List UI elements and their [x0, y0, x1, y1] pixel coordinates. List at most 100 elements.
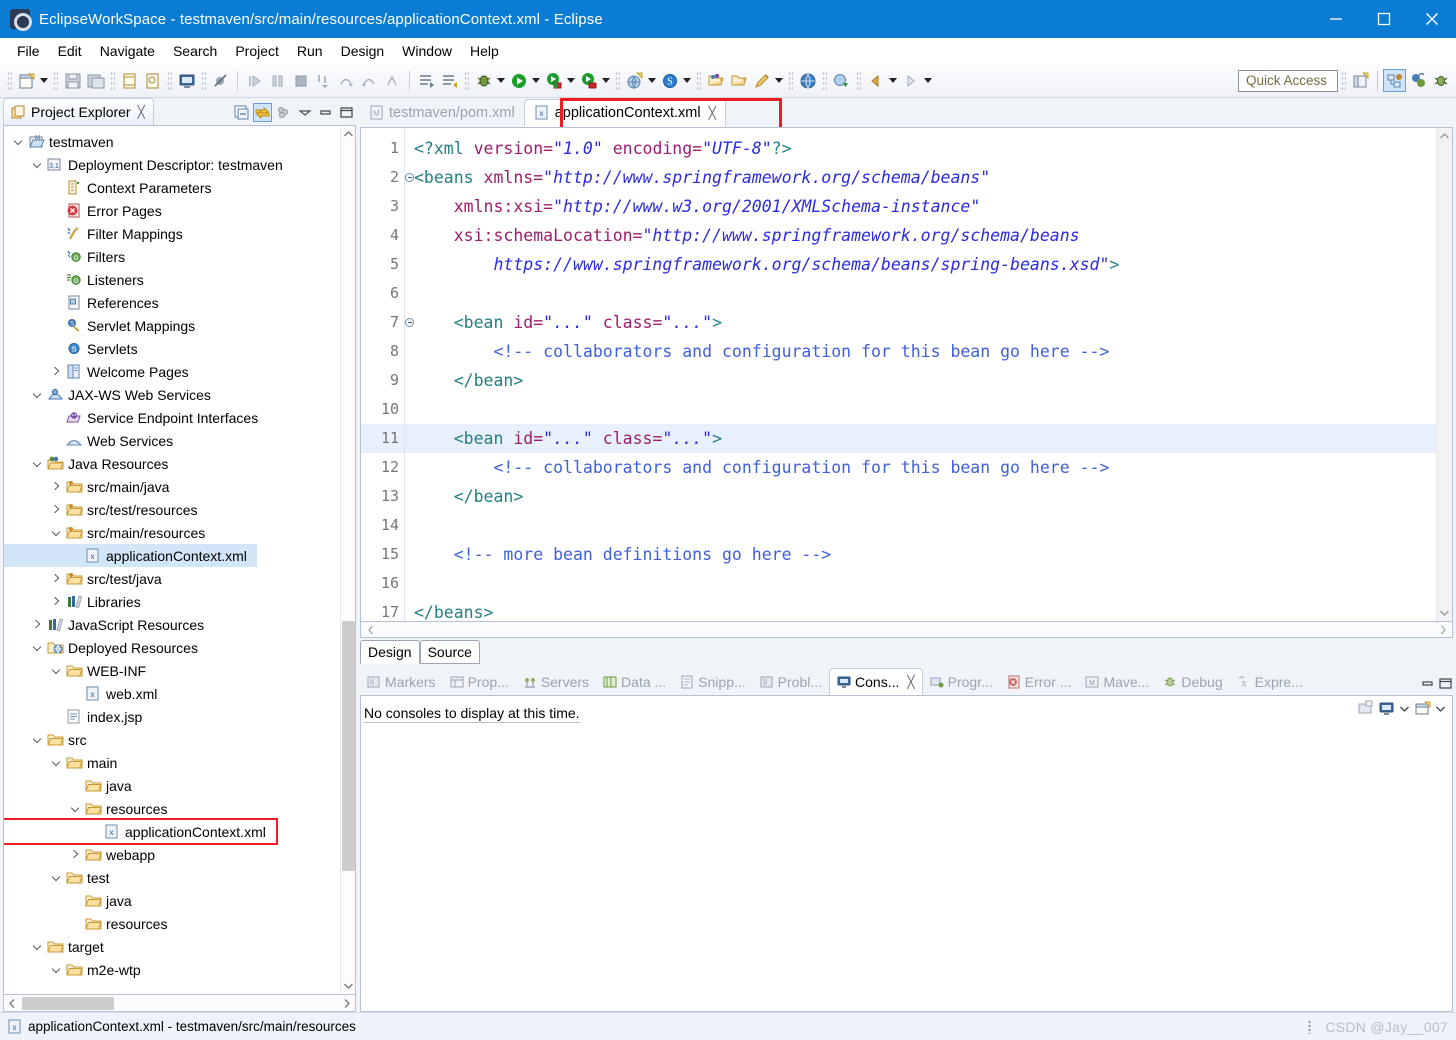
- tree-item[interactable]: JavaScript Resources: [4, 613, 340, 636]
- java-perspective-icon[interactable]: [1406, 69, 1429, 92]
- console-tab-cons[interactable]: Cons... ╳: [829, 668, 923, 695]
- save-icon[interactable]: [61, 69, 84, 92]
- tree-item[interactable]: x applicationContext.xml: [4, 818, 278, 845]
- maximize-button[interactable]: [1360, 0, 1408, 38]
- chevron-down-icon[interactable]: [29, 942, 46, 951]
- run-as-icon[interactable]: [542, 69, 565, 92]
- previous-annotation-icon[interactable]: [438, 69, 461, 92]
- chevron-down-icon[interactable]: [48, 758, 65, 767]
- close-button[interactable]: [1408, 0, 1456, 38]
- tree-item[interactable]: JAX-WS Web Services: [4, 383, 340, 406]
- chevron-right-icon[interactable]: [48, 574, 65, 583]
- tree-item[interactable]: index.jsp: [4, 705, 340, 728]
- menu-item-design[interactable]: Design: [332, 40, 394, 62]
- tree-item[interactable]: 3.1 Deployment Descriptor: testmaven: [4, 153, 340, 176]
- chevron-down-icon[interactable]: [1399, 703, 1410, 714]
- display-selected-console-icon[interactable]: [1378, 700, 1395, 717]
- tab-project-explorer[interactable]: Project Explorer ╳: [3, 98, 154, 125]
- deploy-icon[interactable]: [830, 69, 853, 92]
- tree-item[interactable]: Web Services: [4, 429, 340, 452]
- tree-item[interactable]: x applicationContext.xml: [4, 544, 257, 567]
- console-tab-markers[interactable]: Markers: [360, 668, 443, 695]
- view-menu-icon[interactable]: [274, 103, 293, 122]
- open-task-icon[interactable]: [727, 69, 750, 92]
- tree-item[interactable]: src: [4, 728, 340, 751]
- menu-item-edit[interactable]: Edit: [49, 40, 91, 62]
- console-tab-prop[interactable]: Prop...: [443, 668, 516, 695]
- terminate-icon[interactable]: [289, 69, 312, 92]
- page-tab-source[interactable]: Source: [419, 640, 480, 664]
- tree-item[interactable]: Libraries: [4, 590, 340, 613]
- java-ee-perspective-icon[interactable]: [1383, 69, 1406, 92]
- tree-item[interactable]: S Servlets: [4, 337, 340, 360]
- save-all-icon[interactable]: [84, 69, 107, 92]
- close-icon[interactable]: ╳: [907, 675, 914, 689]
- scroll-right-icon[interactable]: [339, 996, 354, 1011]
- menu-item-project[interactable]: Project: [226, 40, 288, 62]
- back-dropdown-icon[interactable]: [887, 70, 899, 92]
- skip-breakpoints-icon[interactable]: [209, 69, 232, 92]
- scroll-thumb[interactable]: [341, 621, 355, 871]
- tree-item[interactable]: src/main/java: [4, 475, 340, 498]
- forward-icon[interactable]: [899, 69, 922, 92]
- console-tab-data[interactable]: Data ...: [596, 668, 673, 695]
- step-into-icon[interactable]: [312, 69, 335, 92]
- tree-item[interactable]: References: [4, 291, 340, 314]
- link-with-editor-icon[interactable]: [253, 103, 272, 122]
- chevron-down-icon[interactable]: [48, 666, 65, 675]
- suspend-icon[interactable]: [266, 69, 289, 92]
- chevron-right-icon[interactable]: [29, 620, 46, 629]
- chevron-right-icon[interactable]: [48, 597, 65, 606]
- new-server-dropdown-icon[interactable]: [646, 70, 658, 92]
- debug-perspective-icon[interactable]: [1429, 69, 1452, 92]
- chevron-down-icon[interactable]: [29, 160, 46, 169]
- close-icon[interactable]: ╳: [138, 105, 145, 119]
- menu-item-navigate[interactable]: Navigate: [91, 40, 164, 62]
- tree-item[interactable]: Service Endpoint Interfaces: [4, 406, 340, 429]
- coverage-icon[interactable]: [577, 69, 600, 92]
- tree-item[interactable]: m2e-wtp: [4, 958, 340, 981]
- chevron-down-icon[interactable]: [67, 804, 84, 813]
- console-tab-error[interactable]: Error ...: [1000, 668, 1079, 695]
- console-tab-mave[interactable]: M Mave...: [1078, 668, 1156, 695]
- tree-item[interactable]: test: [4, 866, 340, 889]
- page-tab-design[interactable]: Design: [360, 640, 420, 664]
- tree-horizontal-scrollbar[interactable]: [3, 995, 356, 1012]
- tree-item[interactable]: webapp: [4, 843, 340, 866]
- scroll-down-icon[interactable]: [342, 979, 355, 992]
- tree-item[interactable]: target: [4, 935, 340, 958]
- tree-item[interactable]: Mtestmaven: [4, 130, 340, 153]
- tree-item[interactable]: resources: [4, 912, 340, 935]
- print-icon[interactable]: [118, 69, 141, 92]
- step-return-icon[interactable]: [358, 69, 381, 92]
- new-wizard-dropdown-icon[interactable]: [38, 70, 50, 92]
- minimize-button[interactable]: [1312, 0, 1360, 38]
- new-console-view-icon[interactable]: [1414, 700, 1431, 717]
- console-tab-probl[interactable]: Probl...: [753, 668, 829, 695]
- tree-item[interactable]: Deployed Resources: [4, 636, 340, 659]
- menu-item-window[interactable]: Window: [393, 40, 461, 62]
- editor-tab-application-context[interactable]: x applicationContext.xml ╳: [523, 98, 726, 127]
- chevron-down-icon[interactable]: [10, 137, 27, 146]
- chevron-down-icon[interactable]: [29, 390, 46, 399]
- console-icon[interactable]: [175, 69, 198, 92]
- debug-dropdown-icon[interactable]: [495, 70, 507, 92]
- tree-item[interactable]: WEB-INF: [4, 659, 340, 682]
- debug-icon[interactable]: [472, 69, 495, 92]
- tree-item[interactable]: G Listeners: [4, 268, 340, 291]
- scroll-up-icon[interactable]: [1438, 130, 1451, 143]
- tree-item[interactable]: java: [4, 774, 340, 797]
- run-icon[interactable]: [507, 69, 530, 92]
- maximize-icon[interactable]: [1438, 676, 1453, 691]
- close-icon[interactable]: ╳: [709, 106, 716, 120]
- web-browser-icon[interactable]: [796, 69, 819, 92]
- chevron-right-icon[interactable]: [48, 367, 65, 376]
- tree-item[interactable]: x web.xml: [4, 682, 340, 705]
- chevron-down-icon[interactable]: [29, 643, 46, 652]
- minimize-icon[interactable]: [1420, 676, 1435, 691]
- chevron-down-icon[interactable]: [48, 873, 65, 882]
- chevron-right-icon[interactable]: [48, 505, 65, 514]
- scroll-right-icon[interactable]: [1435, 622, 1450, 637]
- resume-icon[interactable]: [243, 69, 266, 92]
- tree-item[interactable]: Context Parameters: [4, 176, 340, 199]
